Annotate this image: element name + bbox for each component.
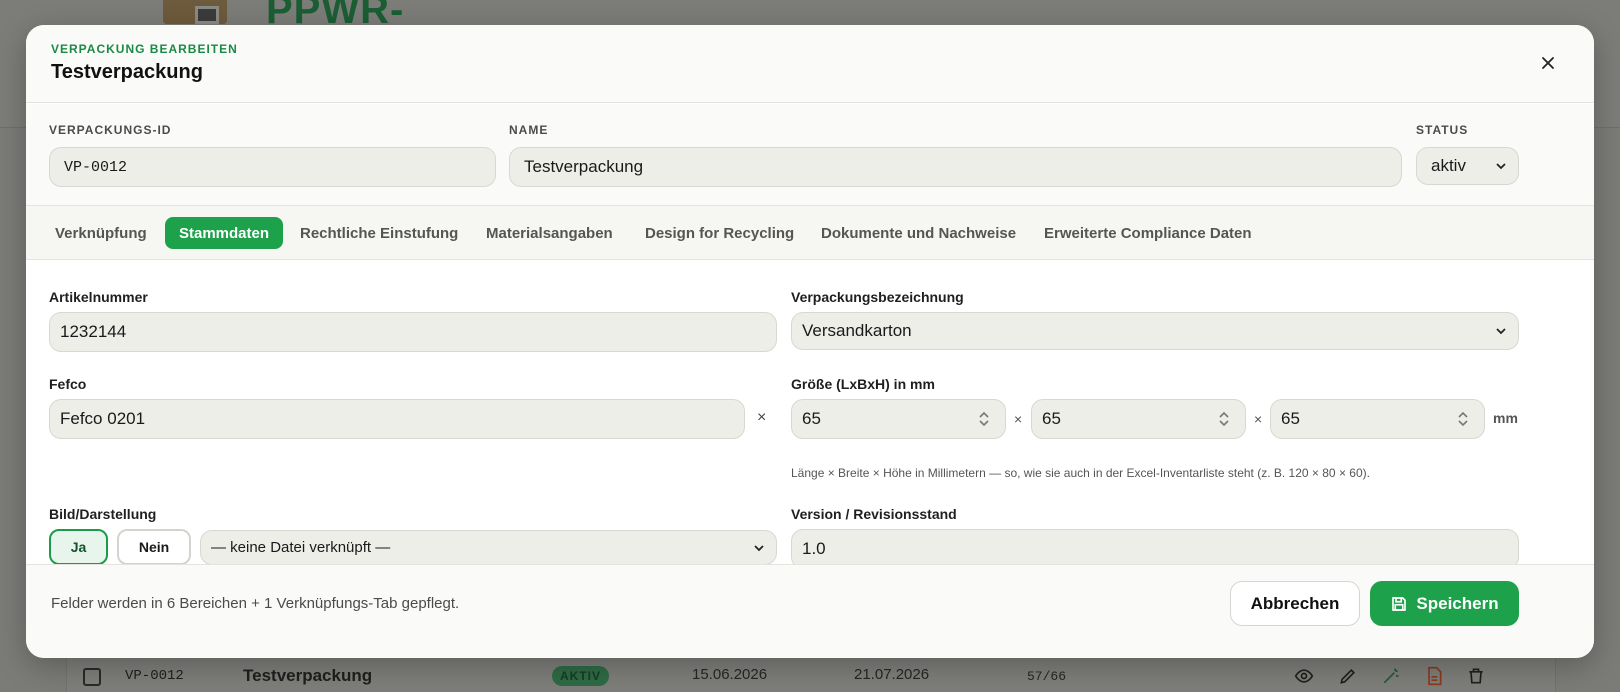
tab-materialsangaben[interactable]: Materialsangaben	[472, 217, 627, 249]
size-height-value: 65	[1281, 409, 1300, 428]
status-select[interactable]: aktiv	[1416, 147, 1519, 185]
tab-erweiterte-compliance-daten[interactable]: Erweiterte Compliance Daten	[1030, 217, 1266, 249]
tab-stammdaten[interactable]: Stammdaten	[165, 217, 284, 249]
identity-row: VERPACKUNGS-ID VP-0012 NAME Testverpacku…	[26, 104, 1594, 205]
size-height-input[interactable]: 65	[1270, 399, 1485, 439]
footer-note: Felder werden in 6 Bereichen + 1 Verknüp…	[51, 595, 460, 612]
document-icon	[1428, 666, 1442, 686]
tab-bar: Verknüpfung Stammdaten Rechtliche Einstu…	[26, 205, 1594, 260]
file-select[interactable]: — keine Datei verknüpft —	[200, 530, 777, 565]
tab-verknuepfung[interactable]: Verknüpfung	[41, 217, 161, 249]
magic-wand-icon	[1383, 668, 1399, 684]
save-button-label: Speichern	[1416, 593, 1499, 613]
chevron-down-icon	[1496, 328, 1506, 335]
row-score: 57/66	[1027, 669, 1067, 684]
dialog-eyebrow: VERPACKUNG BEARBEITEN	[51, 42, 238, 56]
chevron-down-icon	[1496, 163, 1506, 170]
size-width-value: 65	[1042, 409, 1061, 428]
save-button[interactable]: Speichern	[1370, 581, 1519, 626]
nein-toggle[interactable]: Nein	[117, 529, 191, 565]
cancel-button[interactable]: Abbrechen	[1230, 581, 1360, 626]
status-select-value: aktiv	[1431, 156, 1466, 175]
stammdaten-panel: Artikelnummer 1232144 Verpackungsbezeich…	[26, 261, 1594, 569]
times-symbol: ×	[1254, 411, 1263, 427]
dialog-title: Testverpackung	[51, 61, 203, 83]
trash-icon	[1469, 668, 1483, 684]
name-input[interactable]: Testverpackung	[509, 147, 1402, 187]
qr-icon	[195, 6, 219, 24]
dialog-footer: Felder werden in 6 Bereichen + 1 Verknüp…	[26, 564, 1594, 658]
row-date-1: 15.06.2026	[692, 666, 768, 683]
ja-toggle[interactable]: Ja	[49, 529, 108, 565]
version-input[interactable]: 1.0	[791, 529, 1519, 569]
close-button[interactable]	[1536, 51, 1560, 75]
status-badge: AKTIV	[552, 666, 609, 686]
name-label: NAME	[509, 123, 549, 137]
table-row: VP-0012 Testverpackung AKTIV 15.06.2026 …	[66, 655, 1556, 692]
tab-design-for-recycling[interactable]: Design for Recycling	[631, 217, 808, 249]
unit-label: mm	[1493, 410, 1518, 426]
tab-rechtliche-einstufung[interactable]: Rechtliche Einstufung	[286, 217, 472, 249]
version-label: Version / Revisionsstand	[791, 506, 957, 522]
chevron-down-icon	[754, 544, 764, 551]
file-select-value: — keine Datei verknüpft —	[211, 539, 391, 556]
stepper-icon	[1458, 411, 1468, 427]
artikelnummer-label: Artikelnummer	[49, 289, 148, 305]
artikelnummer-input[interactable]: 1232144	[49, 312, 777, 352]
pencil-icon	[1340, 668, 1356, 684]
fefco-label: Fefco	[49, 376, 87, 392]
size-width-input[interactable]: 65	[1031, 399, 1246, 439]
bild-label: Bild/Darstellung	[49, 506, 157, 522]
fefco-clear-button[interactable]: ×	[757, 409, 766, 427]
size-length-value: 65	[802, 409, 821, 428]
close-icon	[1542, 57, 1554, 69]
row-checkbox	[83, 668, 101, 686]
fefco-input[interactable]: Fefco 0201	[49, 399, 745, 439]
stepper-icon	[1219, 411, 1229, 427]
times-symbol: ×	[1014, 411, 1023, 427]
status-label: STATUS	[1416, 123, 1469, 137]
save-icon	[1392, 596, 1407, 611]
size-hint: Länge × Breite × Höhe in Millimetern — s…	[791, 466, 1370, 480]
tab-dokumente-und-nachweise[interactable]: Dokumente und Nachweise	[807, 217, 1030, 249]
row-date-2: 21.07.2026	[854, 666, 930, 683]
row-id: VP-0012	[125, 668, 184, 684]
edit-packaging-dialog: VERPACKUNG BEARBEITEN Testverpackung VER…	[26, 25, 1594, 658]
packaging-id-input[interactable]: VP-0012	[49, 147, 496, 187]
size-length-input[interactable]: 65	[791, 399, 1006, 439]
verpackungsbezeichnung-value: Versandkarton	[802, 321, 912, 340]
verpackungsbezeichnung-label: Verpackungsbezeichnung	[791, 289, 964, 305]
row-name: Testverpackung	[243, 666, 373, 685]
verpackungsbezeichnung-select[interactable]: Versandkarton	[791, 312, 1519, 350]
id-label: VERPACKUNGS-ID	[49, 123, 172, 137]
stepper-icon	[979, 411, 989, 427]
eye-icon	[1294, 669, 1314, 683]
size-label: Größe (LxBxH) in mm	[791, 376, 935, 392]
dialog-header: VERPACKUNG BEARBEITEN Testverpackung	[26, 25, 1594, 103]
